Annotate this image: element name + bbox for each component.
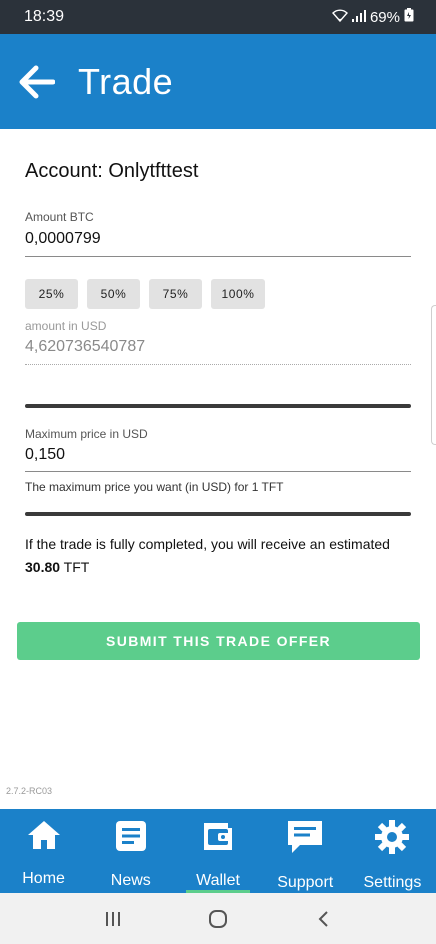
wifi-icon: [332, 8, 348, 26]
percent-50-button[interactable]: 50%: [87, 279, 140, 309]
max-price-helper: The maximum price you want (in USD) for …: [25, 480, 284, 494]
battery-percent: 69%: [369, 8, 400, 26]
version-label: 2.7.2-RC03: [6, 786, 53, 796]
signal-icon: [351, 9, 366, 26]
nav-item-support[interactable]: Support: [262, 809, 349, 893]
percent-25-button[interactable]: 25%: [25, 279, 78, 309]
scroll-indicator: [431, 305, 436, 445]
max-price-input[interactable]: 0,150: [25, 446, 65, 464]
app-bar: Trade: [0, 34, 436, 129]
divider: [25, 512, 411, 516]
wallet-icon: [200, 819, 236, 858]
estimate-text: If the trade is fully completed, you wil…: [25, 533, 415, 579]
trade-form: Account: Onlytfttest Amount BTC 0,000079…: [0, 129, 436, 809]
system-nav-bar: [0, 893, 436, 944]
nav-item-news[interactable]: News: [87, 809, 174, 893]
percent-buttons: 25% 50% 75% 100%: [25, 279, 265, 309]
status-indicators: 69%: [332, 8, 414, 26]
max-price-underline: [25, 471, 411, 472]
nav-label-settings: Settings: [363, 874, 422, 891]
home-button-icon[interactable]: [198, 899, 238, 939]
back-arrow-icon[interactable]: [18, 63, 56, 101]
usd-underline: [25, 364, 411, 365]
gear-icon: [374, 819, 410, 860]
home-icon: [26, 819, 62, 856]
battery-icon: [404, 8, 414, 26]
estimate-amount: 30.80: [25, 559, 61, 575]
estimate-suffix: TFT: [60, 559, 90, 575]
status-time: 18:39: [24, 8, 65, 25]
percent-75-button[interactable]: 75%: [149, 279, 202, 309]
bottom-nav: Home News Wallet Support Settings: [0, 809, 436, 893]
news-icon: [114, 819, 148, 858]
estimate-prefix: If the trade is fully completed, you wil…: [25, 536, 390, 552]
divider: [25, 404, 411, 408]
usd-label: amount in USD: [25, 319, 107, 333]
amount-input[interactable]: 0,0000799: [25, 230, 101, 248]
nav-label-wallet: Wallet: [196, 872, 240, 889]
back-icon[interactable]: [303, 899, 343, 939]
max-price-label: Maximum price in USD: [25, 427, 148, 441]
account-title: Account: Onlytfttest: [25, 160, 199, 182]
page-title: Trade: [78, 60, 174, 102]
nav-label-home: Home: [22, 870, 65, 887]
nav-label-news: News: [110, 872, 151, 889]
nav-item-home[interactable]: Home: [0, 809, 87, 893]
chat-icon: [286, 819, 324, 860]
nav-item-settings[interactable]: Settings: [349, 809, 436, 893]
amount-underline: [25, 256, 411, 257]
usd-value: 4,620736540787: [25, 338, 146, 355]
percent-100-button[interactable]: 100%: [211, 279, 265, 309]
status-bar: 18:39 69%: [0, 0, 436, 34]
recent-apps-icon[interactable]: [93, 899, 133, 939]
nav-item-wallet[interactable]: Wallet: [174, 809, 261, 893]
amount-label: Amount BTC: [25, 210, 94, 224]
nav-label-support: Support: [277, 874, 334, 891]
submit-trade-button[interactable]: SUBMIT THIS TRADE OFFER: [17, 622, 420, 660]
